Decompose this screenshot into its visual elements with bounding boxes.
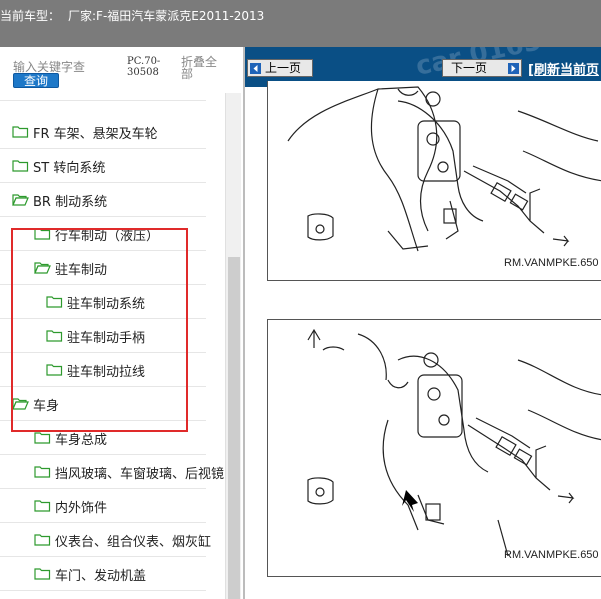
folder-icon (34, 499, 51, 512)
tree-item[interactable]: 仪表台、组合仪表、烟灰缸 (0, 523, 211, 557)
tree-item-label: BR 制动系统 (33, 195, 108, 210)
tree-item[interactable]: ST 转向系统 (0, 149, 206, 183)
tree-item-label: 挡风玻璃、车窗玻璃、后视镜 (55, 467, 225, 482)
scrollbar[interactable] (225, 93, 241, 599)
tree-item-partial[interactable] (0, 93, 206, 101)
tree-item-label: 车门、发动机盖 (55, 569, 147, 584)
title-bar: 当前车型： 厂家:F-福田汽车蒙派克E2011-2013 (0, 0, 601, 47)
tree-item[interactable]: 内外饰件 (0, 489, 206, 523)
search-area: 查询 PC.70-30508 折叠全部 (0, 47, 243, 93)
viewer-panel: car 0165 上一页 下一页 [刷新当前页 (245, 47, 601, 599)
figure-1: RM.VANMPKE.650 (267, 81, 601, 281)
folder-icon (12, 159, 29, 172)
parking-brake-diagram-2: RM.VANMPKE.650 (307, 328, 601, 561)
folder-icon (34, 465, 51, 478)
scroll-thumb[interactable] (228, 257, 240, 599)
prev-page-button[interactable]: 上一页 (247, 59, 313, 77)
figure-2: RM.VANMPKE.650 (267, 319, 601, 577)
refresh-page-link[interactable]: [刷新当前页 (528, 59, 599, 78)
collapse-all-button[interactable]: 折叠全部 (181, 56, 221, 80)
tree-item[interactable]: 挡风玻璃、车窗玻璃、后视镜 (0, 455, 224, 489)
vehicle-label: 当前车型： (0, 9, 61, 23)
tree-item-label: FR 车架、悬架及车轮 (33, 127, 158, 142)
figure-2-code: RM.VANMPKE.650 (504, 549, 599, 561)
folder-icon (34, 431, 51, 444)
next-page-button[interactable]: 下一页 (442, 59, 522, 77)
diagram-area: RM.VANMPKE.650 RM.VANMPKE.650 (245, 81, 601, 599)
folder-icon (12, 125, 29, 138)
tree-item-label: 仪表台、组合仪表、烟灰缸 (55, 535, 212, 550)
vehicle-title: 当前车型： 厂家:F-福田汽车蒙派克E2011-2013 (0, 7, 264, 24)
figure-1-code: RM.VANMPKE.650 (504, 257, 599, 269)
tree-item[interactable]: 车门、发动机盖 (0, 557, 206, 591)
tree-item-label: ST 转向系统 (33, 161, 106, 176)
vehicle-value: 厂家:F-福田汽车蒙派克E2011-2013 (68, 9, 265, 23)
folder-open-icon (12, 193, 29, 206)
tree-item[interactable]: FR 车架、悬架及车轮 (0, 115, 206, 149)
arrow-left-icon (250, 63, 261, 74)
highlight-box (11, 228, 188, 432)
prev-page-label: 上一页 (265, 61, 302, 75)
left-panel: 查询 PC.70-30508 折叠全部 FR 车架、悬架及车轮 ST 转向系统 BR… (0, 47, 243, 599)
model-code: PC.70-30508 (127, 56, 161, 78)
tree-item[interactable]: BR 制动系统 (0, 183, 206, 217)
next-page-label: 下一页 (451, 61, 488, 75)
arrow-right-icon (508, 63, 519, 74)
folder-icon (34, 567, 51, 580)
folder-icon (34, 533, 51, 546)
tree-item-label: 内外饰件 (55, 501, 108, 516)
parking-brake-diagram-1: RM.VANMPKE.650 (287, 86, 601, 269)
query-button[interactable]: 查询 (13, 73, 59, 88)
